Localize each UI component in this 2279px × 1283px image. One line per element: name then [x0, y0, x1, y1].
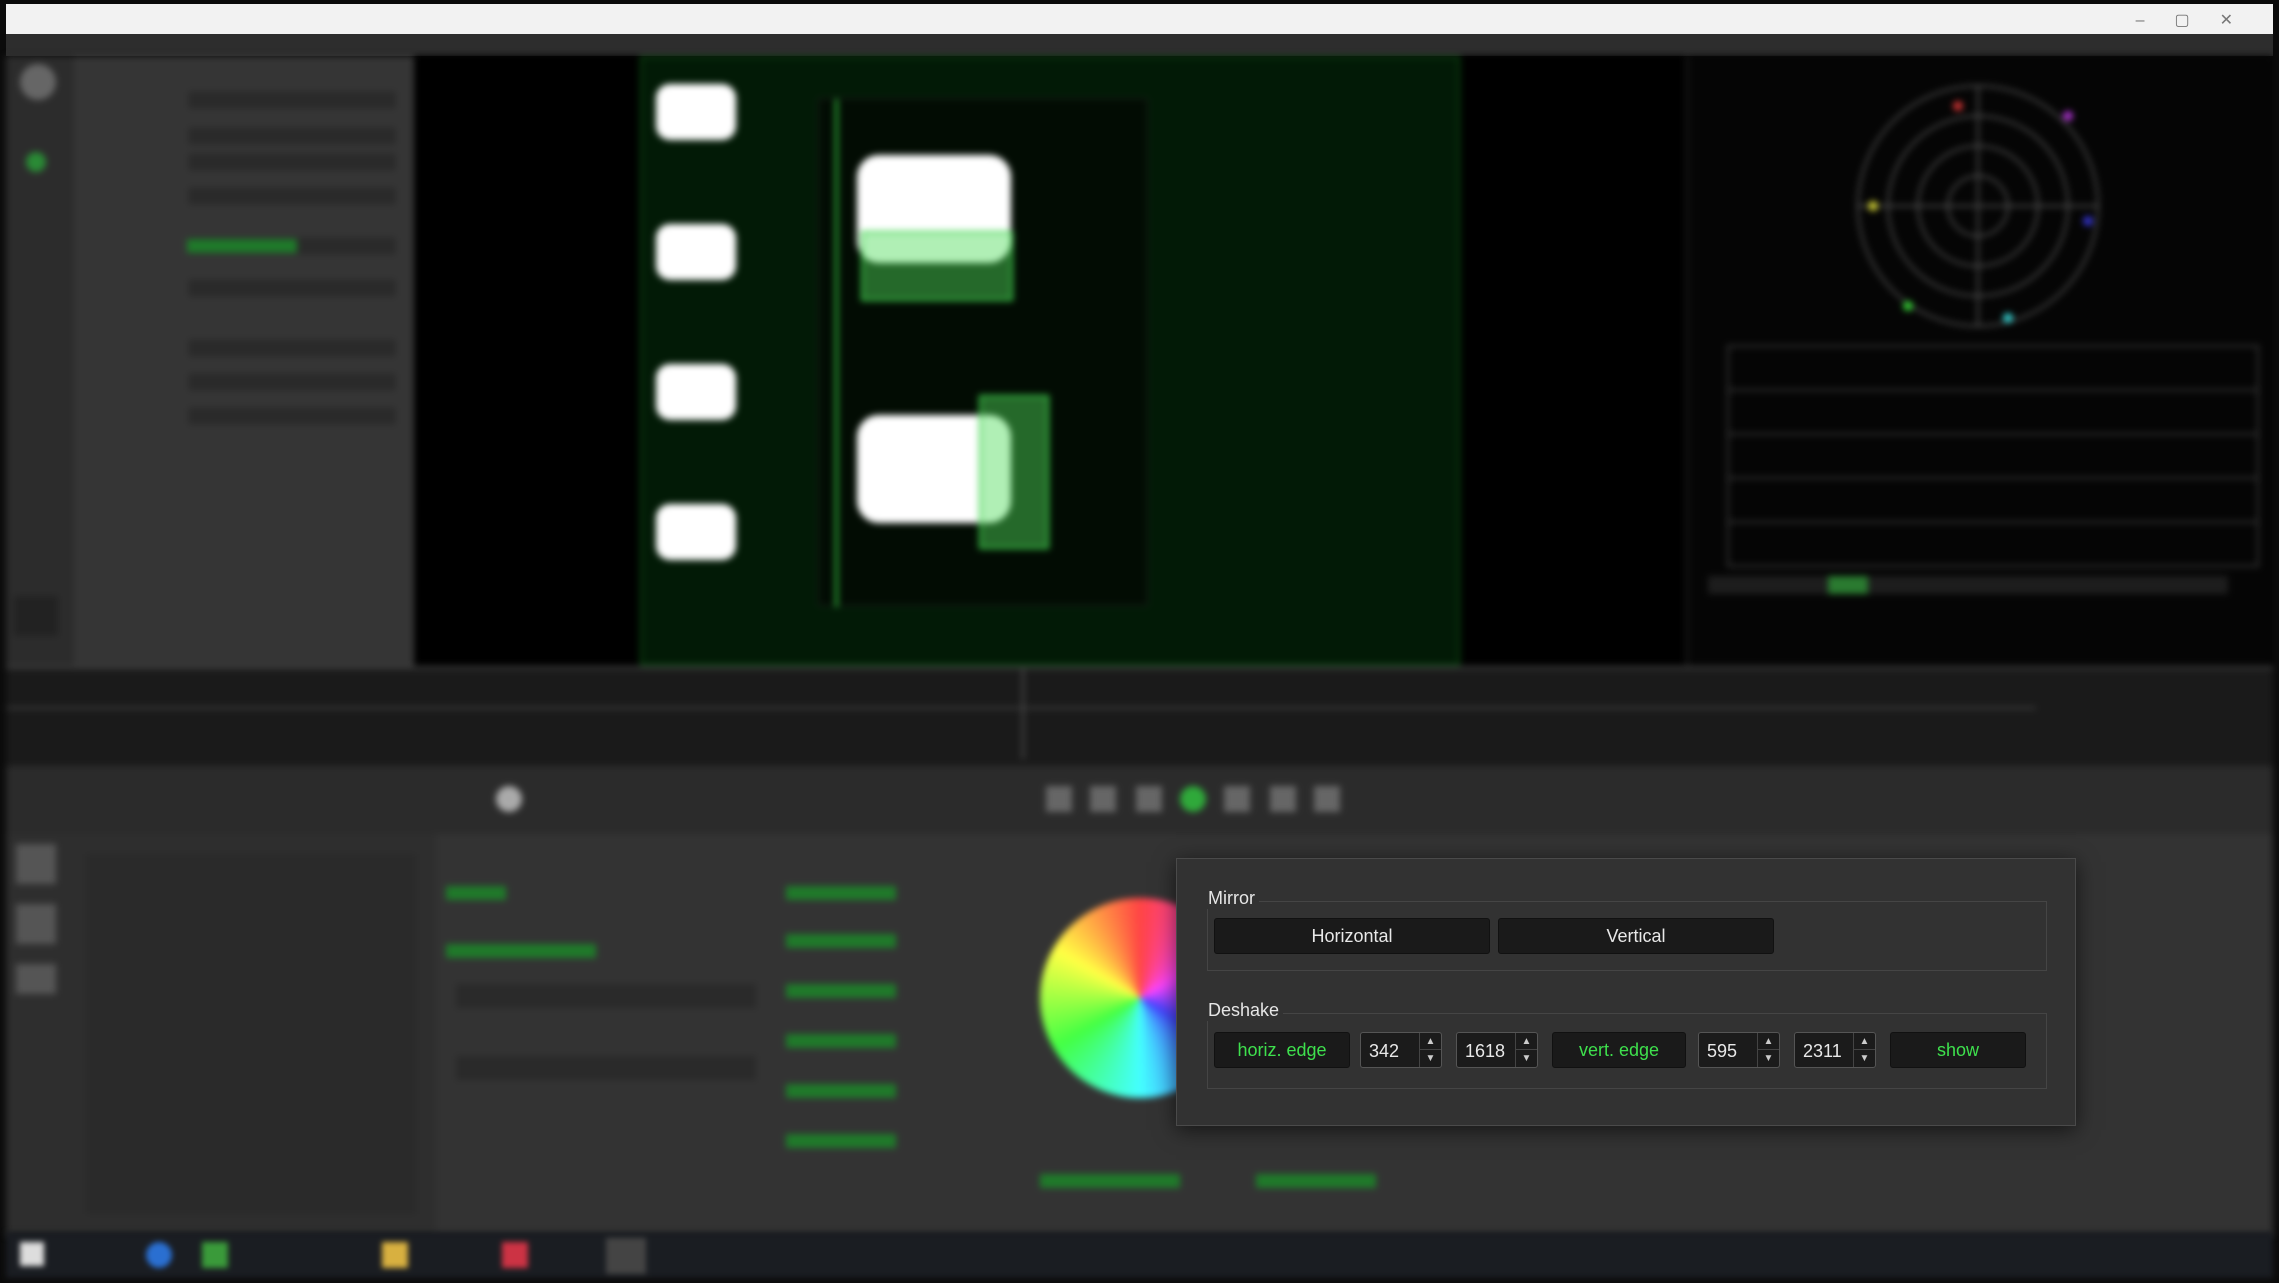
guide-line	[835, 99, 838, 607]
deshake-group: Deshake horiz. edge 342 ▲ ▼ 1618 ▲ ▼ ver…	[1204, 1000, 2047, 1089]
start-icon[interactable]	[20, 1242, 44, 1266]
show-button[interactable]: show	[1890, 1032, 2026, 1068]
media-icon[interactable]	[16, 904, 56, 944]
tool-icon[interactable]	[20, 64, 56, 100]
down-arrow-icon[interactable]: ▼	[1854, 1050, 1875, 1067]
tool-strip	[6, 56, 74, 666]
viewer-margin-right	[1460, 56, 1686, 666]
control-field[interactable]	[456, 984, 756, 1008]
down-arrow-icon[interactable]: ▼	[1758, 1050, 1779, 1067]
property-row[interactable]	[92, 236, 402, 256]
selection-box[interactable]	[861, 231, 1013, 301]
media-list[interactable]	[86, 854, 416, 1214]
mirror-title: Mirror	[1204, 888, 1259, 909]
up-arrow-icon[interactable]: ▲	[1516, 1033, 1537, 1050]
transport-bar	[6, 766, 2273, 834]
viewer-margin-left	[414, 56, 640, 666]
property-row[interactable]	[92, 90, 402, 110]
down-arrow-icon[interactable]: ▼	[1420, 1050, 1441, 1067]
spinbox-value: 2311	[1803, 1041, 1842, 1061]
timeline[interactable]	[6, 666, 2273, 766]
vert-edge-button[interactable]: vert. edge	[1552, 1032, 1686, 1068]
tool-icon[interactable]	[14, 596, 58, 636]
rewind-button[interactable]	[1136, 786, 1162, 812]
selection-box[interactable]	[979, 395, 1049, 549]
preview-frame	[818, 98, 1148, 607]
mirror-horizontal-button[interactable]: Horizontal	[1214, 918, 1490, 954]
horiz-edge-max-spinbox[interactable]: 1618 ▲ ▼	[1456, 1032, 1538, 1068]
thumbnail	[656, 84, 736, 140]
tool-icon[interactable]	[26, 152, 46, 172]
property-row[interactable]	[92, 278, 402, 298]
step-back-button[interactable]	[1090, 786, 1116, 812]
skip-end-button[interactable]	[1314, 786, 1340, 812]
thumbnail	[656, 504, 736, 560]
record-button[interactable]	[496, 786, 522, 812]
controls-panel	[776, 834, 1016, 1236]
property-row[interactable]	[92, 152, 402, 172]
down-arrow-icon[interactable]: ▼	[1516, 1050, 1537, 1067]
up-arrow-icon[interactable]: ▲	[1758, 1033, 1779, 1050]
media-icon[interactable]	[16, 964, 56, 994]
up-arrow-icon[interactable]: ▲	[1854, 1033, 1875, 1050]
controls-panel	[436, 834, 776, 1236]
mirror-vertical-button[interactable]: Vertical	[1498, 918, 1774, 954]
property-row[interactable]	[92, 406, 402, 426]
playhead[interactable]	[1022, 669, 1024, 759]
properties-panel	[74, 56, 414, 666]
control-field[interactable]	[456, 1056, 756, 1080]
viewer-canvas	[640, 56, 1460, 666]
horiz-edge-min-spinbox[interactable]: 342 ▲ ▼	[1360, 1032, 1442, 1068]
property-row[interactable]	[92, 338, 402, 358]
taskbar-app-icon[interactable]	[606, 1238, 646, 1274]
spinbox-value: 595	[1707, 1041, 1738, 1061]
property-row[interactable]	[92, 126, 402, 146]
taskbar	[6, 1232, 2273, 1278]
play-button[interactable]	[1180, 786, 1206, 812]
thumbnail	[656, 224, 736, 280]
taskbar-app-icon[interactable]	[146, 1242, 172, 1268]
up-arrow-icon[interactable]: ▲	[1420, 1033, 1441, 1050]
skip-start-button[interactable]	[1046, 786, 1072, 812]
thumbnail	[656, 364, 736, 420]
forward-button[interactable]	[1224, 786, 1250, 812]
media-panel	[6, 834, 436, 1236]
media-icon[interactable]	[16, 844, 56, 884]
taskbar-app-icon[interactable]	[202, 1242, 228, 1268]
video-viewer[interactable]	[640, 56, 1460, 666]
spinbox-value: 342	[1369, 1041, 1400, 1061]
mirror-group: Mirror Horizontal Vertical	[1204, 888, 2047, 971]
property-row[interactable]	[92, 372, 402, 392]
scopes-panel	[1686, 56, 2273, 666]
property-row[interactable]	[92, 186, 402, 206]
vert-edge-max-spinbox[interactable]: 2311 ▲ ▼	[1794, 1032, 1876, 1068]
spinbox-value: 1618	[1465, 1041, 1506, 1061]
menu-bar	[6, 34, 2273, 56]
horiz-edge-button[interactable]: horiz. edge	[1214, 1032, 1350, 1068]
taskbar-app-icon[interactable]	[502, 1242, 528, 1268]
step-forward-button[interactable]	[1270, 786, 1296, 812]
window-controls[interactable]: –▢✕	[2136, 10, 2263, 30]
deshake-title: Deshake	[1204, 1000, 1284, 1021]
vectorscope	[1708, 85, 2259, 594]
effect-settings-dialog: Mirror Horizontal Vertical Deshake horiz…	[1176, 858, 2076, 1126]
app-window: –▢✕ Mirror Horizontal Vertical Deshake h…	[0, 0, 2279, 1283]
title-bar: –▢✕	[6, 4, 2273, 34]
timeline-track	[6, 707, 2036, 709]
vert-edge-min-spinbox[interactable]: 595 ▲ ▼	[1698, 1032, 1780, 1068]
taskbar-app-icon[interactable]	[382, 1242, 408, 1268]
